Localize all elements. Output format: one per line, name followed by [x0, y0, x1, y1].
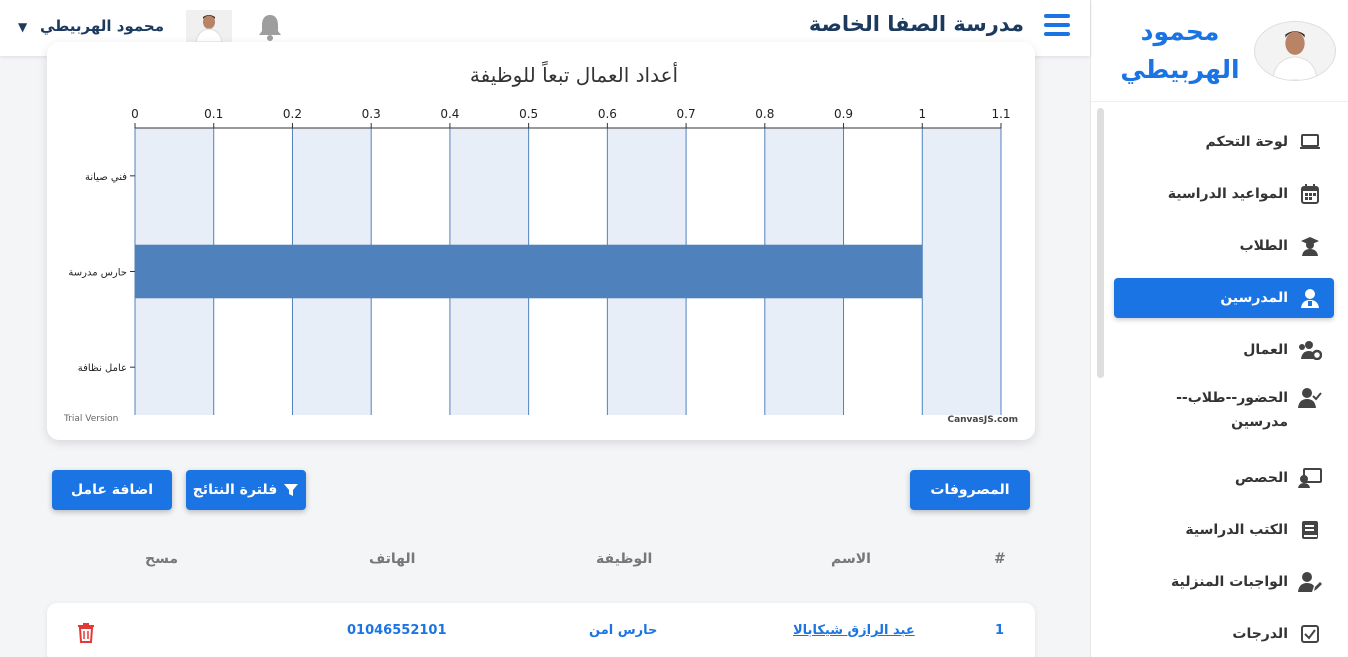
checkbox-icon [1298, 622, 1322, 646]
table-header-name: الاسم [831, 551, 871, 567]
user-edit-icon [1298, 570, 1322, 594]
chart-tick-label: 0.8 [755, 107, 774, 121]
sidebar-item-1[interactable]: المواعيد الدراسية [1114, 168, 1334, 220]
teacher-icon [1298, 286, 1322, 310]
hamburger-menu-icon[interactable] [1044, 14, 1070, 36]
chart-tick-label: 0.4 [440, 107, 459, 121]
book-icon [1298, 518, 1322, 542]
row-name-link[interactable]: عبد الرازق شيكابالا [793, 623, 915, 638]
chart-category-label: عامل نظافة [78, 363, 127, 374]
chart-tick-label: 0 [131, 107, 139, 121]
chart-watermark-right: CanvasJS.com [947, 415, 1018, 425]
calendar-icon [1298, 182, 1322, 206]
laptop-icon [1298, 130, 1322, 154]
profile-avatar [1254, 20, 1336, 81]
sidebar-profile: محمود الهربيطي [1091, 0, 1348, 102]
sidebar-item-label: الطلاب [1239, 238, 1288, 254]
chart-category-label: فني صيانة [85, 172, 127, 183]
table-header-phone: الهاتف [369, 551, 416, 567]
user-check-icon [1298, 386, 1322, 410]
add-worker-button-label: اضافة عامل [70, 482, 154, 498]
chart-watermark-left: Trial Version [63, 414, 118, 424]
expenses-button-label: المصروفات [930, 482, 1010, 498]
chevron-down-icon[interactable]: ▼ [18, 20, 27, 34]
school-title: مدرسة الصفا الخاصة [808, 12, 1024, 36]
sidebar-item-4[interactable]: العمال [1114, 324, 1334, 376]
sidebar-item-2[interactable]: الطلاب [1114, 220, 1334, 272]
chart-band [922, 128, 1001, 415]
sidebar-item-6[interactable]: الحصص [1114, 452, 1334, 504]
chart-category-label: حارس مدرسة [68, 268, 127, 279]
profile-name: محمود الهربيطي [1120, 16, 1240, 84]
table-header-job: الوظيفة [596, 551, 653, 567]
chart-tick-label: 0.3 [362, 107, 381, 121]
sidebar-scrollbar[interactable] [1097, 108, 1104, 378]
chalkboard-icon [1298, 466, 1322, 490]
row-job: حارس امن [589, 623, 658, 638]
add-worker-button[interactable]: اضافة عامل [52, 470, 172, 510]
workers-by-job-chart: 0 0.1 0.2 0.3 0.4 0.5 0.6 0.7 0.8 0.9 1 1.1 أعداد ال… [63, 61, 1018, 425]
sidebar-item-label: الحضور--طلاب--مدرسين [1176, 390, 1288, 430]
chart-card: 0 0.1 0.2 0.3 0.4 0.5 0.6 0.7 0.8 0.9 1 1.1 أعداد ال… [47, 42, 1035, 440]
chart-tick-label: 0.1 [204, 107, 223, 121]
chart-tick-label: 1.1 [991, 107, 1010, 121]
filter-button-label: فلترة النتائج [192, 482, 278, 498]
sidebar-item-label: لوحة التحكم [1205, 134, 1288, 150]
users-gear-icon [1298, 338, 1322, 362]
sidebar-item-label: الحصص [1234, 470, 1288, 486]
trash-icon[interactable] [76, 622, 96, 644]
table-header-num: # [994, 551, 1006, 567]
sidebar-item-label: العمال [1243, 342, 1288, 358]
sidebar-item-label: المدرسين [1220, 290, 1288, 306]
expenses-button[interactable]: المصروفات [910, 470, 1030, 510]
chart-tick-label: 1 [918, 107, 926, 121]
sidebar-item-label: الدرجات [1232, 626, 1288, 642]
filter-results-button[interactable]: فلترة النتائج [186, 470, 306, 510]
bell-icon[interactable] [256, 12, 284, 42]
sidebar-item-label: الواجبات المنزلية [1171, 574, 1288, 590]
sidebar-item-label: المواعيد الدراسية [1167, 186, 1288, 202]
chart-tick-label: 0.5 [519, 107, 538, 121]
chart-title: أعداد العمال تبعاً للوظيفة [470, 61, 678, 87]
table-header-delete: مسح [145, 551, 179, 567]
graduate-icon [1298, 234, 1322, 258]
user-avatar[interactable] [186, 10, 232, 42]
row-phone: 01046552101 [347, 623, 447, 638]
chart-tick-label: 0.7 [677, 107, 696, 121]
chart-bar [135, 244, 923, 299]
sidebar-menu: لوحة التحكم المواعيد الدراسية الطلاب المدرس… [1114, 116, 1334, 657]
chart-tick-label: 0.2 [283, 107, 302, 121]
sidebar-item-8[interactable]: الواجبات المنزلية [1114, 556, 1334, 608]
user-name[interactable]: محمود الهربيطي [40, 17, 164, 35]
sidebar-item-0[interactable]: لوحة التحكم [1114, 116, 1334, 168]
sidebar-item-5[interactable]: الحضور--طلاب--مدرسين [1114, 376, 1334, 452]
sidebar-item-label: الكتب الدراسية [1185, 522, 1288, 538]
sidebar: محمود الهربيطي لوحة التحكم المواعيد الدرا… [1090, 0, 1348, 657]
row-number: 1 [995, 623, 1005, 638]
sidebar-item-9[interactable]: الدرجات [1114, 608, 1334, 657]
filter-icon [284, 484, 299, 496]
chart-tick-label: 0.9 [834, 107, 853, 121]
sidebar-item-7[interactable]: الكتب الدراسية [1114, 504, 1334, 556]
sidebar-item-3[interactable]: المدرسين [1114, 278, 1334, 318]
chart-tick-label: 0.6 [598, 107, 617, 121]
